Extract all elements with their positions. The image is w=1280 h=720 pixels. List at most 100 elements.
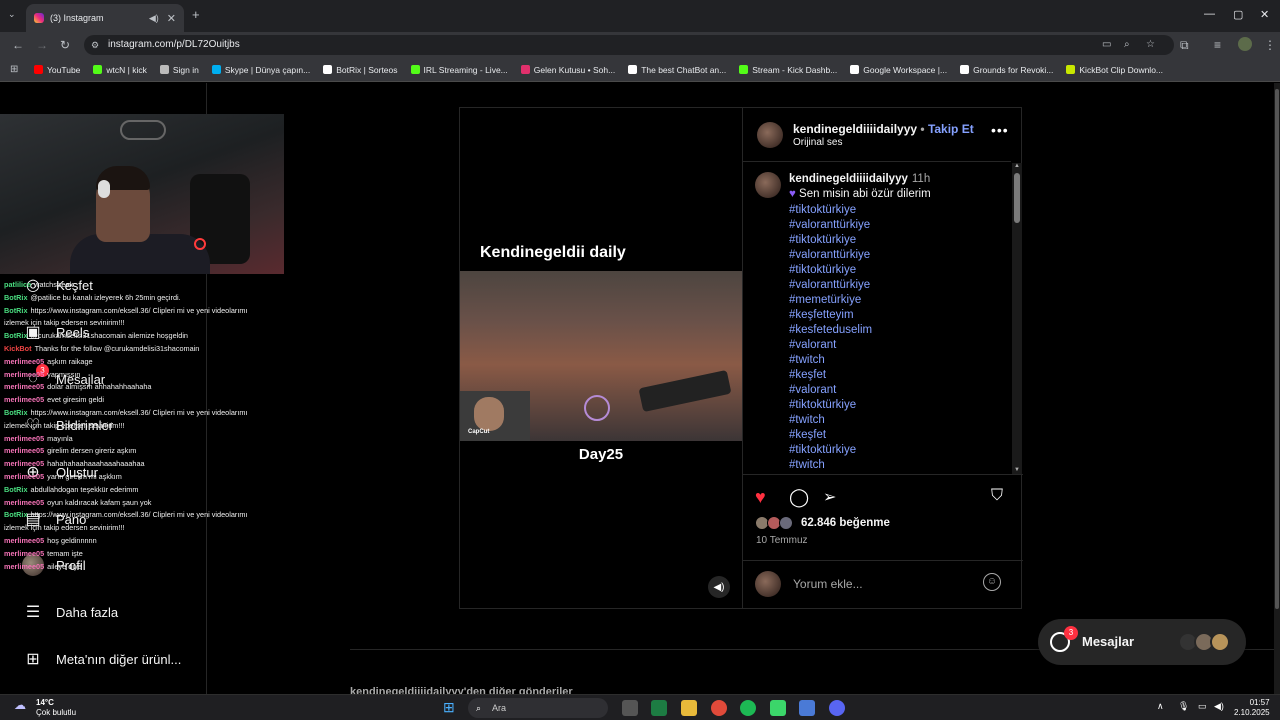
hashtag-link[interactable]: #twitch (789, 353, 872, 368)
hashtag-link[interactable]: #tiktoktürkiye (789, 203, 872, 218)
hashtag-link[interactable]: #keşfet (789, 368, 872, 383)
page-scrollbar-thumb[interactable] (1275, 89, 1279, 609)
bookmark-item[interactable]: The best ChatBot an... (628, 65, 726, 75)
excel-icon[interactable] (651, 700, 667, 716)
hashtag-link[interactable]: #tiktoktürkiye (789, 233, 872, 248)
like-count[interactable]: 62.846 beğenme (801, 517, 890, 529)
task-view-icon[interactable] (622, 700, 638, 716)
scroll-down-icon[interactable]: ▼ (1014, 467, 1020, 473)
bookmark-item[interactable]: KickBot Clip Downlo... (1066, 65, 1163, 75)
chat-message: merlimee05 mayınla (4, 433, 274, 446)
comment-icon[interactable]: ◯ (789, 487, 809, 508)
messages-badge: 3 (1064, 626, 1078, 640)
url-input[interactable]: ⚙ instagram.com/p/DL72Ouitjbs ▭ ⌕ ☆ (84, 35, 1174, 55)
caption-avatar[interactable] (755, 172, 781, 198)
page-scrollbar[interactable] (1274, 83, 1280, 694)
audio-label[interactable]: Orijinal ses (793, 137, 842, 148)
search-placeholder: Ara (492, 703, 507, 713)
bookmark-star-icon[interactable]: ☆ (1146, 35, 1155, 55)
chat-text: temam işte (47, 548, 83, 558)
like-heart-icon[interactable]: ♥ (755, 487, 766, 508)
bookmark-item[interactable]: BotRix | Sorteos (323, 65, 398, 75)
scroll-up-icon[interactable]: ▲ (1014, 163, 1020, 169)
caption-username[interactable]: kendinegeldiiiidailyyy (789, 173, 908, 185)
streaming-app-icon[interactable] (770, 700, 786, 716)
tab-instagram[interactable]: (3) Instagram ◀) ✕ (26, 4, 184, 32)
messages-pill[interactable]: 3 Mesajlar (1038, 619, 1246, 665)
hashtag-link[interactable]: #keşfet (789, 428, 872, 443)
bookmark-item[interactable]: Sign in (159, 65, 199, 75)
scrollbar-thumb[interactable] (1014, 173, 1020, 223)
taskbar-search[interactable]: ⌕ Ara (468, 698, 608, 718)
extensions-icon[interactable]: ⧉ (1180, 38, 1189, 53)
hashtag-link[interactable]: #memetürkiye (789, 293, 872, 308)
app-icon[interactable] (799, 700, 815, 716)
file-explorer-icon[interactable] (681, 700, 697, 716)
hashtag-link[interactable]: #valoranttürkiye (789, 248, 872, 263)
back-icon[interactable]: ← (12, 38, 24, 52)
bookmark-item[interactable]: wtcN | kick (93, 65, 147, 75)
close-window-icon[interactable]: ✕ (1260, 8, 1269, 21)
bookmark-favicon-icon (410, 65, 420, 74)
hashtag-link[interactable]: #valorant (789, 338, 872, 353)
discord-icon[interactable] (829, 700, 845, 716)
site-info-icon[interactable]: ⚙ (91, 35, 99, 55)
system-clock[interactable]: 01:57 2.10.2025 (1234, 698, 1270, 718)
volume-icon[interactable]: ◀) (708, 576, 730, 598)
profile-avatar[interactable] (1238, 37, 1252, 51)
bookmark-item[interactable]: Stream - Kick Dashb... (739, 65, 837, 75)
hashtag-link[interactable]: #twitch (789, 413, 872, 428)
hashtag-link[interactable]: #kesfeteduselim (789, 323, 872, 338)
tray-chevron-icon[interactable]: ∧ (1157, 701, 1164, 712)
forward-icon[interactable]: → (36, 38, 48, 52)
volume-tray-icon[interactable]: ◀) (1214, 701, 1224, 712)
chat-text: @curukamdelisi31shacomain ailemize hoşge… (30, 331, 188, 341)
chat-message: KickBot Thanks for the follow @curukamdel… (4, 343, 274, 356)
chrome-menu-icon[interactable]: ⋮ (1264, 38, 1276, 52)
hashtag-link[interactable]: #keşfetteyim (789, 308, 872, 323)
hashtag-link[interactable]: #twitch (789, 458, 872, 473)
sidebar-item-9[interactable]: ⊞ Meta'nın diğer ürünl... (22, 648, 181, 670)
bookmark-item[interactable]: YouTube (34, 65, 80, 75)
minimize-icon[interactable]: — (1204, 8, 1215, 20)
media-icon[interactable]: ≡ (1214, 38, 1221, 52)
hashtag-link[interactable]: #valoranttürkiye (789, 218, 872, 233)
hashtag-link[interactable]: #valorant (789, 383, 872, 398)
zoom-icon[interactable]: ⌕ (1124, 35, 1130, 55)
save-bookmark-icon[interactable]: ⛉ (991, 487, 1003, 505)
close-tab-icon[interactable]: ✕ (167, 12, 176, 25)
author-username[interactable]: kendinegeldiiiidailyyy (793, 122, 917, 136)
bookmark-item[interactable]: Skype | Dünya çapın... (211, 65, 310, 75)
comment-input[interactable]: Yorum ekle... (793, 577, 863, 591)
apps-grid-icon[interactable]: ⊞ (10, 64, 18, 75)
emoji-icon[interactable]: ☺ (983, 573, 1001, 591)
reload-icon[interactable]: ↻ (60, 38, 70, 52)
tab-search-icon[interactable]: ⌄ (8, 9, 16, 20)
post-media[interactable]: Kendinegeldii daily CapCut Day25 ◀) (460, 108, 742, 608)
chrome-icon[interactable] (711, 700, 727, 716)
hashtag-link[interactable]: #tiktoktürkiye (789, 443, 872, 458)
weather-widget[interactable]: ☁ 14°C Çok bulutlu (14, 698, 76, 718)
video-frame[interactable]: CapCut (460, 271, 742, 441)
bookmark-item[interactable]: Gelen Kutusu • Soh... (520, 65, 615, 75)
spotify-icon[interactable] (740, 700, 756, 716)
bookmark-item[interactable]: IRL Streaming - Live... (410, 65, 508, 75)
network-icon[interactable]: ▭ (1198, 701, 1207, 712)
maximize-icon[interactable]: ▢ (1233, 8, 1243, 21)
new-tab-icon[interactable]: + (192, 7, 200, 22)
hashtag-link[interactable]: #tiktoktürkiye (789, 263, 872, 278)
author-avatar[interactable] (757, 122, 783, 148)
cast-icon[interactable]: ▭ (1102, 35, 1111, 55)
sidebar-item-8[interactable]: ☰ Daha fazla (22, 601, 118, 623)
microphone-icon[interactable]: 🎙 (1178, 701, 1189, 712)
hashtag-link[interactable]: #tiktoktürkiye (789, 398, 872, 413)
windows-start-icon[interactable]: ⊞ (443, 699, 455, 716)
follow-button[interactable]: Takip Et (928, 122, 974, 136)
more-options-icon[interactable]: ••• (991, 122, 1009, 138)
bookmark-item[interactable]: Google Workspace |... (850, 65, 947, 75)
caption-scrollbar[interactable]: ▲ ▼ (1012, 163, 1022, 475)
hashtag-link[interactable]: #valoranttürkiye (789, 278, 872, 293)
bookmark-item[interactable]: Grounds for Revoki... (960, 65, 1053, 75)
share-icon[interactable]: ➢ (823, 487, 836, 507)
speaker-icon[interactable]: ◀) (149, 13, 159, 24)
